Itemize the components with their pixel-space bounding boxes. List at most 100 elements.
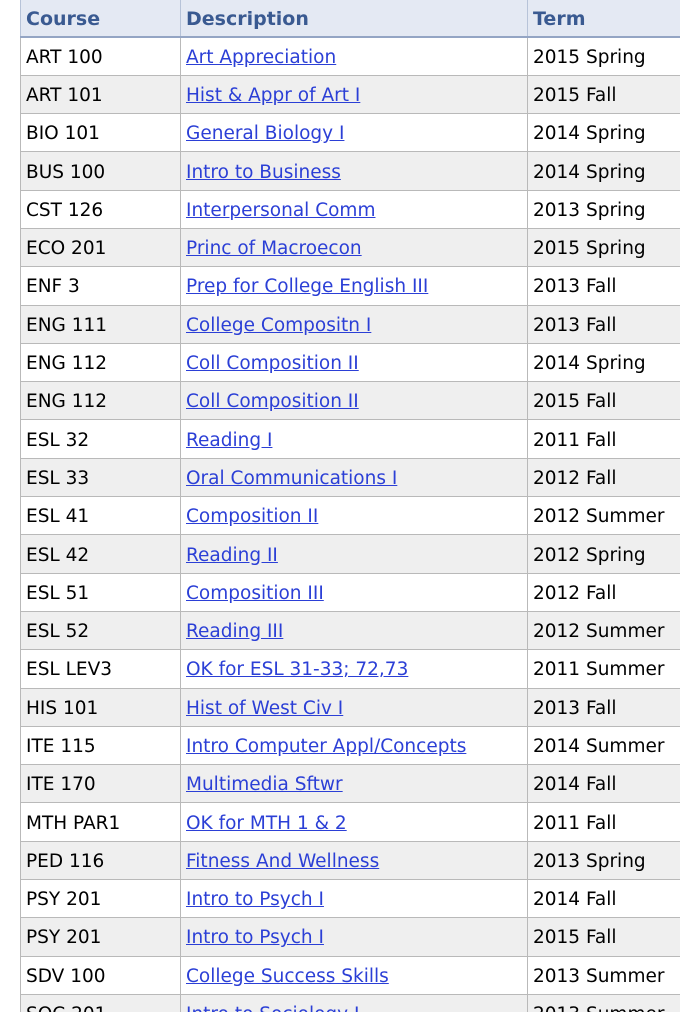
course-description-link[interactable]: Art Appreciation	[186, 47, 336, 68]
course-code-cell: ESL LEV3	[20, 649, 181, 689]
table-row: ESL 42 Reading II 2012 Spring	[20, 534, 680, 574]
term-cell: 2012 Summer	[527, 496, 680, 536]
term-cell: 2014 Fall	[527, 764, 680, 804]
course-description-link[interactable]: Coll Composition II	[186, 391, 359, 412]
term-cell: 2014 Spring	[527, 342, 680, 383]
column-header-description[interactable]: Description	[180, 0, 528, 38]
table-row: ENG 112 Coll Composition II 2014 Spring	[20, 342, 680, 383]
course-description-link[interactable]: OK for ESL 31-33; 72,73	[186, 659, 408, 680]
course-history-table: Course Description Term ART 100 Art Appre…	[20, 0, 680, 1012]
description-cell: Reading I	[180, 419, 528, 459]
course-description-link[interactable]: Intro to Psych I	[186, 927, 324, 948]
table-row: PED 116 Fitness And Wellness 2013 Spring	[20, 840, 680, 881]
description-cell: Intro to Sociology I	[180, 993, 528, 1012]
course-description-link[interactable]: Fitness And Wellness	[186, 851, 379, 872]
table-row: ART 101 Hist & Appr of Art I 2015 Fall	[20, 74, 680, 115]
course-description-link[interactable]: Composition II	[186, 506, 318, 527]
description-cell: Reading III	[180, 610, 528, 651]
term-cell: 2012 Fall	[527, 572, 680, 612]
course-code-cell: SOC 201	[20, 993, 181, 1012]
course-code-cell: CST 126	[20, 189, 181, 229]
table-row: ART 100 Art Appreciation 2015 Spring	[20, 36, 680, 76]
course-description-link[interactable]: Prep for College English III	[186, 276, 428, 297]
course-code-cell: ESL 42	[20, 534, 181, 574]
table-header-row: Course Description Term	[20, 0, 680, 38]
course-description-link[interactable]: Oral Communications I	[186, 468, 397, 489]
course-code-cell: ENG 111	[20, 304, 181, 344]
table-row: MTH PAR1 OK for MTH 1 & 2 2011 Fall	[20, 802, 680, 842]
course-code-cell: ESL 41	[20, 496, 181, 536]
term-cell: 2014 Spring	[527, 113, 680, 153]
term-cell: 2011 Summer	[527, 649, 680, 689]
table-row: PSY 201 Intro to Psych I 2015 Fall	[20, 917, 680, 957]
description-cell: Multimedia Sftwr	[180, 764, 528, 804]
course-code-cell: HIS 101	[20, 687, 181, 727]
course-code-cell: ITE 115	[20, 725, 181, 766]
description-cell: Interpersonal Comm	[180, 189, 528, 229]
table-row: PSY 201 Intro to Psych I 2014 Fall	[20, 879, 680, 919]
table-row: BIO 101 General Biology I 2014 Spring	[20, 113, 680, 153]
table-row: ESL 52 Reading III 2012 Summer	[20, 610, 680, 651]
term-cell: 2013 Spring	[527, 189, 680, 229]
term-cell: 2013 Fall	[527, 687, 680, 727]
course-description-link[interactable]: Coll Composition II	[186, 353, 359, 374]
table-row: ITE 115 Intro Computer Appl/Concepts 2014 …	[20, 725, 680, 766]
course-description-link[interactable]: Princ of Macroecon	[186, 238, 362, 259]
course-code-cell: ART 101	[20, 74, 181, 115]
course-code-cell: ESL 51	[20, 572, 181, 612]
description-cell: Composition II	[180, 496, 528, 536]
description-cell: Intro to Psych I	[180, 917, 528, 957]
course-description-link[interactable]: Intro to Psych I	[186, 889, 324, 910]
table-row: CST 126 Interpersonal Comm 2013 Spring	[20, 189, 680, 229]
description-cell: Coll Composition II	[180, 381, 528, 421]
course-description-link[interactable]: Reading III	[186, 621, 283, 642]
course-description-link[interactable]: General Biology I	[186, 123, 344, 144]
course-description-link[interactable]: Reading II	[186, 545, 278, 566]
course-code-cell: ENG 112	[20, 342, 181, 383]
course-code-cell: ESL 33	[20, 457, 181, 498]
column-header-course[interactable]: Course	[20, 0, 181, 38]
term-cell: 2015 Fall	[527, 74, 680, 115]
term-cell: 2011 Fall	[527, 419, 680, 459]
course-description-link[interactable]: College Compositn I	[186, 315, 371, 336]
course-description-link[interactable]: College Success Skills	[186, 966, 389, 987]
column-header-term[interactable]: Term	[527, 0, 680, 38]
term-cell: 2011 Fall	[527, 802, 680, 842]
term-cell: 2013 Fall	[527, 266, 680, 306]
course-description-link[interactable]: Composition III	[186, 583, 324, 604]
course-description-link[interactable]: OK for MTH 1 & 2	[186, 813, 347, 834]
description-cell: General Biology I	[180, 113, 528, 153]
course-description-link[interactable]: Multimedia Sftwr	[186, 774, 343, 795]
course-description-link[interactable]: Hist & Appr of Art I	[186, 85, 360, 106]
description-cell: Oral Communications I	[180, 457, 528, 498]
description-cell: Hist of West Civ I	[180, 687, 528, 727]
term-cell: 2013 Summer	[527, 955, 680, 995]
course-code-cell: SDV 100	[20, 955, 181, 995]
course-code-cell: PED 116	[20, 840, 181, 881]
course-code-cell: BUS 100	[20, 151, 181, 191]
table-row: SDV 100 College Success Skills 2013 Summer	[20, 955, 680, 995]
term-cell: 2014 Summer	[527, 725, 680, 766]
description-cell: Reading II	[180, 534, 528, 574]
course-description-link[interactable]: Hist of West Civ I	[186, 698, 343, 719]
course-code-cell: ENF 3	[20, 266, 181, 306]
table-body: ART 100 Art Appreciation 2015 Spring ART 10…	[20, 36, 680, 1012]
course-code-cell: PSY 201	[20, 879, 181, 919]
description-cell: Intro to Psych I	[180, 879, 528, 919]
term-cell: 2013 Fall	[527, 304, 680, 344]
description-cell: Fitness And Wellness	[180, 840, 528, 881]
course-description-link[interactable]: Intro Computer Appl/Concepts	[186, 736, 466, 757]
course-description-link[interactable]: Interpersonal Comm	[186, 200, 375, 221]
term-cell: 2013 Summer	[527, 993, 680, 1012]
course-code-cell: ESL 32	[20, 419, 181, 459]
course-description-link[interactable]: Intro to Sociology I	[186, 1004, 359, 1012]
term-cell: 2015 Fall	[527, 381, 680, 421]
table-row: ESL 32 Reading I 2011 Fall	[20, 419, 680, 459]
course-description-link[interactable]: Intro to Business	[186, 162, 341, 183]
term-cell: 2014 Fall	[527, 879, 680, 919]
course-code-cell: ART 100	[20, 36, 181, 76]
table-row: ECO 201 Princ of Macroecon 2015 Spring	[20, 227, 680, 268]
description-cell: Hist & Appr of Art I	[180, 74, 528, 115]
course-description-link[interactable]: Reading I	[186, 430, 272, 451]
term-cell: 2012 Fall	[527, 457, 680, 498]
